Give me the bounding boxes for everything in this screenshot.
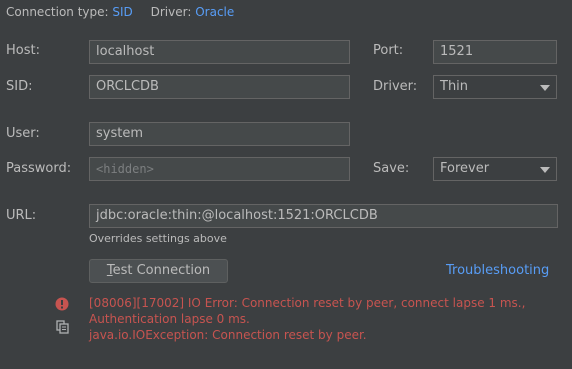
host-input[interactable]: localhost [89,40,350,64]
sid-label: SID: [6,79,33,94]
sid-input[interactable]: ORCLCDB [89,75,350,99]
save-select[interactable]: Forever [433,157,557,181]
driver-select-value: Thin [440,79,469,94]
password-input[interactable]: <hidden> [89,157,350,181]
port-input[interactable]: 1521 [433,40,557,64]
test-connection-rest: est Connection [112,263,211,278]
error-message-line1: [08006][17002] IO Error: Connection rese… [89,296,526,310]
port-label: Port: [373,43,404,58]
driver-label: Driver: [373,79,418,94]
chevron-down-icon [540,167,550,173]
host-label: Host: [6,43,40,58]
error-message-line2: Authentication lapse 0 ms. [89,312,250,326]
save-label: Save: [373,161,410,176]
connection-type-row: Connection type: SID Driver: Oracle [6,5,234,19]
chevron-down-icon [540,85,550,91]
url-hint: Overrides settings above [89,232,227,245]
url-label: URL: [6,208,37,223]
connection-type-label: Connection type: [6,5,109,19]
driver-header-label: Driver: [150,5,192,19]
connection-type-link[interactable]: SID [112,5,132,19]
copy-icon[interactable] [56,320,69,334]
user-input[interactable]: system [89,122,350,146]
error-icon [55,297,69,311]
url-input[interactable]: jdbc:oracle:thin:@localhost:1521:ORCLCDB [89,204,558,228]
password-label: Password: [6,161,72,176]
save-select-value: Forever [440,161,490,176]
error-message-line3: java.io.IOException: Connection reset by… [89,328,367,342]
driver-header-link[interactable]: Oracle [195,5,234,19]
user-label: User: [6,126,40,141]
troubleshooting-link[interactable]: Troubleshooting [446,263,549,278]
test-connection-button[interactable]: Test Connection [89,259,228,283]
driver-select[interactable]: Thin [433,75,557,99]
